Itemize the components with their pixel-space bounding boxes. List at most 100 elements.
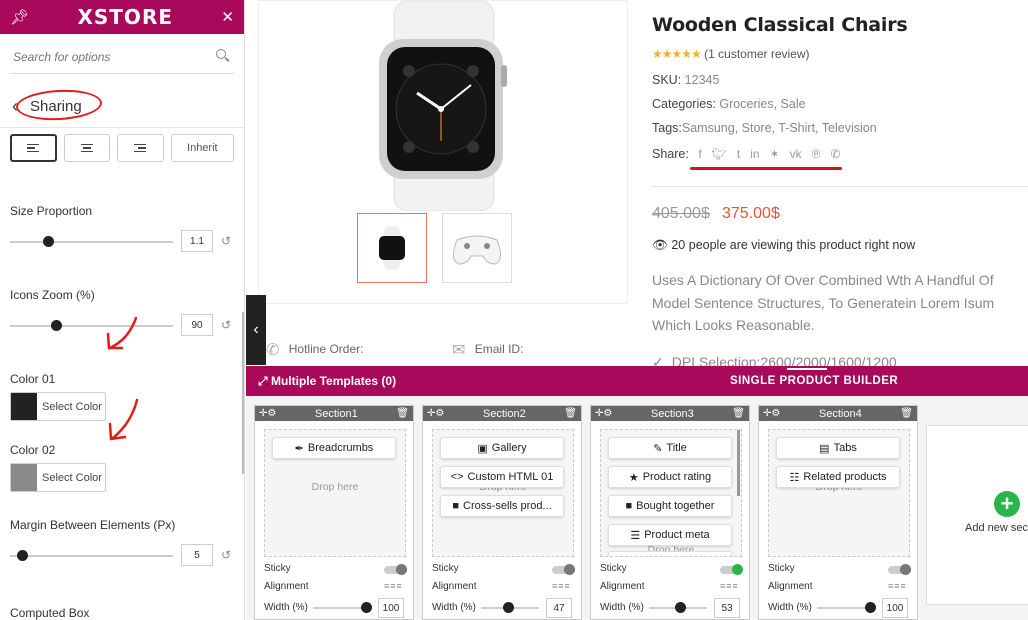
delete-trash-icon[interactable]: 🗑︎: [732, 408, 745, 419]
element-chip-tabs[interactable]: ▤ Tabs: [776, 437, 900, 459]
slider-track[interactable]: [10, 555, 173, 557]
sidebar-scrollbar[interactable]: [242, 312, 244, 474]
sticky-toggle[interactable]: [888, 564, 911, 575]
section-drop-zone[interactable]: Drop here ✎ Title ★ Product rating ■ Bought…: [600, 429, 742, 557]
review-link[interactable]: (1 customer review): [704, 47, 809, 61]
move-icon[interactable]: ✛: [259, 408, 267, 419]
element-chip-product-meta[interactable]: ☰ Product meta: [608, 524, 732, 546]
add-new-section-card[interactable]: + Add new sec: [926, 425, 1028, 605]
settings-gear-icon[interactable]: ⚙: [435, 408, 444, 419]
section-drop-zone[interactable]: Drop here ✒ Breadcrumbs: [264, 429, 406, 557]
categories-links[interactable]: Groceries, Sale: [719, 97, 805, 111]
width-slider-knob[interactable]: [503, 602, 514, 613]
width-slider-knob[interactable]: [675, 602, 686, 613]
alignment-icons[interactable]: ≡≡≡: [384, 581, 403, 591]
pin-icon[interactable]: 📌︎: [10, 8, 29, 26]
linkedin-icon[interactable]: in: [750, 147, 759, 161]
builder-section-2: ✛ ⚙ Section2 🗑︎ Drop here ▣Gallery <>Cus…: [422, 405, 582, 620]
width-value[interactable]: 47: [546, 598, 572, 618]
width-value[interactable]: 100: [882, 598, 908, 618]
section-header: ✛ ⚙ Section2 🗑︎: [423, 406, 581, 421]
slider-track[interactable]: [10, 241, 173, 243]
sku-row: SKU: 12345: [652, 73, 719, 87]
move-icon[interactable]: ✛: [595, 408, 603, 419]
width-slider-knob[interactable]: [361, 602, 372, 613]
element-chip-cross-sells[interactable]: ■ Cross-sells prod...: [440, 495, 564, 517]
pinterest-icon[interactable]: ℗: [812, 147, 821, 161]
slider-knob[interactable]: [17, 550, 28, 561]
alignment-icons[interactable]: ≡≡≡: [888, 581, 907, 591]
gallery-thumb-controller[interactable]: [442, 213, 512, 283]
chip-label: Tabs: [833, 442, 857, 454]
vk-icon[interactable]: vk: [790, 147, 802, 161]
resize-handle[interactable]: [787, 368, 827, 370]
align-right-button[interactable]: [117, 134, 164, 162]
sticky-toggle[interactable]: [720, 564, 743, 575]
tumblr-icon[interactable]: t: [737, 147, 740, 161]
gallery-thumb-watch[interactable]: [357, 213, 427, 283]
slider-knob[interactable]: [51, 320, 62, 331]
multiple-templates-button[interactable]: ⤢ Multiple Templates (0): [258, 374, 396, 389]
color02-picker-button[interactable]: Select Color: [10, 463, 106, 492]
drop-here-text: Drop here: [311, 481, 359, 493]
size-proportion-value[interactable]: 1.1: [181, 230, 213, 252]
move-icon[interactable]: ✛: [427, 408, 435, 419]
element-chip-custom-html[interactable]: <> Custom HTML 01: [440, 466, 564, 488]
plus-icon[interactable]: +: [994, 491, 1020, 517]
color01-picker-button[interactable]: Select Color: [10, 392, 106, 421]
twitter-icon[interactable]: 🐦︎: [712, 147, 727, 161]
drop-zone-scrollbar[interactable]: [737, 430, 740, 496]
delete-trash-icon[interactable]: 🗑︎: [396, 408, 409, 419]
element-chip-gallery[interactable]: ▣ Gallery: [440, 437, 564, 459]
move-icon[interactable]: ✛: [763, 408, 771, 419]
facebook-icon[interactable]: f: [698, 147, 701, 161]
tags-links[interactable]: Samsung, Store, T-Shirt, Television: [682, 121, 877, 135]
delete-trash-icon[interactable]: 🗑︎: [900, 408, 913, 419]
element-chip-bought-together[interactable]: ■ Bought together: [608, 495, 732, 517]
margin-value[interactable]: 5: [181, 544, 213, 566]
element-chip-title[interactable]: ✎ Title: [608, 437, 732, 459]
width-slider-knob[interactable]: [865, 602, 876, 613]
sticky-toggle[interactable]: [552, 564, 575, 575]
close-icon[interactable]: ✕: [221, 8, 234, 26]
width-value[interactable]: 53: [714, 598, 740, 618]
width-value[interactable]: 100: [378, 598, 404, 618]
computed-box-label: Computed Box: [10, 606, 90, 620]
align-center-button[interactable]: [63, 134, 111, 162]
element-chip-related-products[interactable]: ☷ Related products: [776, 466, 900, 488]
icons-zoom-value[interactable]: 90: [181, 314, 213, 336]
categories-row: Categories: Groceries, Sale: [652, 97, 806, 111]
share-label: Share:: [652, 147, 689, 161]
section-drop-zone[interactable]: Drop here ▣Gallery <>Custom HTML 01 ■Cro…: [432, 429, 574, 557]
align-left-button[interactable]: [10, 134, 57, 162]
settings-gear-icon[interactable]: ⚙: [267, 408, 276, 419]
search-icon[interactable]: [216, 49, 226, 59]
builder-toolbar: ⤢ Multiple Templates (0) SINGLE PRODUCT …: [246, 366, 1028, 396]
section-drop-zone[interactable]: Drop here ▤Tabs ☷Related products: [768, 429, 910, 557]
add-new-section-label: Add new sec: [965, 522, 1028, 534]
builder-section-1: ✛ ⚙ Section1 🗑︎ Drop here ✒ Breadcrumbs S…: [254, 405, 414, 620]
settings-gear-icon[interactable]: ⚙: [603, 408, 612, 419]
search-input[interactable]: [10, 42, 200, 72]
slider-knob[interactable]: [43, 236, 54, 247]
slider-track[interactable]: [10, 325, 173, 327]
reset-icon[interactable]: ↺: [221, 234, 231, 248]
delete-trash-icon[interactable]: 🗑︎: [564, 408, 577, 419]
annotation-arrow: [108, 398, 139, 441]
whatsapp-icon[interactable]: ✆: [831, 147, 841, 161]
align-inherit-button[interactable]: Inherit: [170, 134, 234, 162]
reset-icon[interactable]: ↺: [221, 318, 231, 332]
alignment-buttons: Inherit: [10, 134, 234, 162]
alignment-icons[interactable]: ≡≡≡: [720, 581, 739, 591]
alignment-icons[interactable]: ≡≡≡: [552, 581, 571, 591]
element-chip-breadcrumbs[interactable]: ✒ Breadcrumbs: [272, 437, 396, 459]
reset-icon[interactable]: ↺: [221, 548, 231, 562]
builder-section-3: ✛ ⚙ Section3 🗑︎ Drop here ✎ Title ★ Produc…: [590, 405, 750, 620]
houzz-icon[interactable]: ✶: [770, 147, 780, 161]
collapse-sidebar-button[interactable]: ‹: [246, 295, 266, 365]
annotation-arrow: [106, 316, 138, 350]
settings-gear-icon[interactable]: ⚙: [771, 408, 780, 419]
element-chip-partial[interactable]: [608, 551, 732, 556]
element-chip-product-rating[interactable]: ★ Product rating: [608, 466, 732, 488]
sticky-toggle[interactable]: [384, 564, 407, 575]
